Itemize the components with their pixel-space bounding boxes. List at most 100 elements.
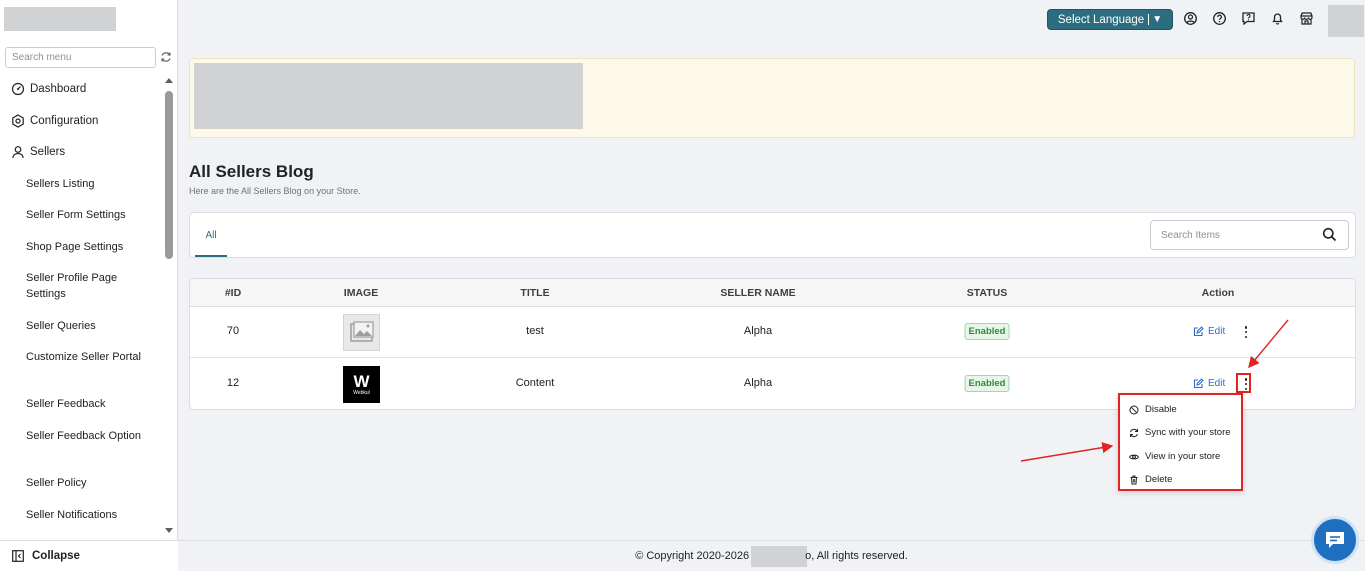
logo-wordmark: Webkul bbox=[353, 390, 370, 396]
copyright-prefix: © Copyright 2020-2026 bbox=[635, 550, 750, 562]
sidebar-item-label: Sellers Listing bbox=[26, 178, 95, 190]
sidebar-item-label: Seller Notifications bbox=[26, 509, 118, 521]
collapse-icon bbox=[12, 550, 24, 562]
chevron-down-icon: ▼ bbox=[1148, 14, 1162, 25]
sidebar-item-dashboard[interactable]: Dashboard bbox=[11, 81, 162, 97]
logo bbox=[4, 7, 116, 31]
sidebar-item-seller-feedback-option[interactable]: Seller Feedback Option bbox=[26, 428, 146, 444]
avatar[interactable] bbox=[1328, 5, 1364, 37]
banner-image bbox=[194, 63, 583, 129]
column-header-title: TITLE bbox=[520, 287, 550, 299]
sidebar-item-label: Seller Profile Page Settings bbox=[26, 272, 118, 300]
placeholder-image bbox=[343, 314, 380, 351]
menu-item-view[interactable]: View in your store bbox=[1129, 451, 1220, 462]
sidebar-item-configuration[interactable]: Configuration bbox=[11, 113, 162, 129]
annotation-arrow-dropdown bbox=[1020, 442, 1114, 462]
sidebar-item-label: Seller Feedback Option bbox=[26, 430, 141, 442]
sidebar-item-sellers-listing[interactable]: Sellers Listing bbox=[26, 176, 146, 192]
sidebar-item-label: Seller Queries bbox=[26, 320, 96, 332]
cell-title: Content bbox=[515, 377, 555, 389]
image-placeholder-icon bbox=[350, 321, 374, 342]
menu-list: Dashboard Configuration Sellers Sellers … bbox=[0, 72, 162, 537]
cell-seller-name: Alpha bbox=[743, 377, 773, 389]
language-label: Select Language bbox=[1057, 13, 1145, 26]
sidebar-item-label: Sellers bbox=[30, 146, 66, 158]
account-icon[interactable] bbox=[1183, 11, 1198, 26]
menu-item-label: Disable bbox=[1145, 404, 1177, 415]
copyright-suffix: o, All rights reserved. bbox=[805, 550, 908, 562]
footer: © Copyright 2020-2026 o, All rights rese… bbox=[178, 540, 1365, 571]
redacted-company-name bbox=[751, 545, 808, 567]
sidebar: Dashboard Configuration Sellers Sellers … bbox=[0, 0, 178, 571]
search-items-input[interactable] bbox=[1150, 220, 1349, 250]
sidebar-item-label: Seller Form Settings bbox=[26, 209, 126, 221]
menu-item-label: Sync with your store bbox=[1145, 427, 1231, 438]
status-badge: Enabled bbox=[964, 323, 1010, 340]
edit-icon bbox=[1193, 326, 1204, 337]
sync-icon bbox=[1130, 428, 1138, 437]
user-icon bbox=[12, 146, 24, 159]
edit-label: Edit bbox=[1208, 326, 1226, 337]
sidebar-item-seller-form-settings[interactable]: Seller Form Settings bbox=[26, 207, 146, 223]
cell-id: 12 bbox=[226, 377, 240, 389]
cell-id: 70 bbox=[226, 325, 240, 337]
column-header-id: #ID bbox=[224, 287, 242, 299]
menu-item-sync[interactable]: Sync with your store bbox=[1129, 427, 1231, 438]
page-title: All Sellers Blog bbox=[189, 162, 314, 181]
sidebar-item-label: Dashboard bbox=[30, 83, 87, 95]
menu-item-disable[interactable]: Disable bbox=[1129, 404, 1177, 415]
sidebar-item-label: Shop Page Settings bbox=[26, 241, 124, 253]
gear-icon bbox=[12, 114, 24, 128]
sidebar-item-label: Customize Seller Portal bbox=[26, 351, 141, 363]
select-language-button[interactable]: Select Language ▼ bbox=[1047, 9, 1173, 30]
scroll-down-arrow[interactable] bbox=[165, 528, 173, 533]
collapse-label: Collapse bbox=[32, 550, 80, 562]
eye-icon bbox=[1129, 454, 1139, 459]
refresh-icon[interactable] bbox=[160, 51, 172, 63]
edit-icon bbox=[1193, 378, 1204, 389]
menu-item-delete[interactable]: Delete bbox=[1129, 474, 1172, 485]
search-menu-input[interactable] bbox=[5, 47, 156, 68]
edit-link[interactable]: Edit bbox=[1193, 326, 1225, 337]
dashboard-icon bbox=[11, 82, 25, 96]
sidebar-item-seller-policy[interactable]: Seller Policy bbox=[26, 475, 146, 491]
menu-item-label: Delete bbox=[1145, 474, 1173, 485]
more-actions-icon[interactable] bbox=[1241, 325, 1251, 339]
trash-icon bbox=[1130, 475, 1138, 484]
column-header-seller-name: SELLER NAME bbox=[720, 287, 796, 299]
sidebar-item-seller-queries[interactable]: Seller Queries bbox=[26, 318, 146, 334]
page-subtitle: Here are the All Sellers Blog on your St… bbox=[189, 186, 361, 196]
sidebar-item-seller-feedback[interactable]: Seller Feedback bbox=[26, 396, 146, 412]
chat-icon bbox=[1326, 532, 1344, 548]
blog-table: #ID IMAGE TITLE SELLER NAME STATUS Actio… bbox=[189, 278, 1356, 410]
sidebar-item-label: Configuration bbox=[30, 115, 99, 127]
cell-title: test bbox=[526, 325, 544, 337]
table-row: 70 test Alpha Enabled Edit bbox=[190, 307, 1355, 358]
search-icon[interactable] bbox=[1322, 227, 1337, 242]
edit-label: Edit bbox=[1208, 378, 1226, 389]
bell-icon[interactable] bbox=[1270, 11, 1285, 26]
sidebar-item-shop-page-settings[interactable]: Shop Page Settings bbox=[26, 239, 146, 255]
tab-all[interactable]: All bbox=[195, 229, 227, 257]
cell-seller-name: Alpha bbox=[743, 325, 773, 337]
collapse-button[interactable]: Collapse bbox=[0, 540, 178, 571]
edit-link[interactable]: Edit bbox=[1193, 378, 1225, 389]
chat-button[interactable] bbox=[1311, 516, 1359, 564]
help-icon[interactable] bbox=[1212, 11, 1227, 26]
status-badge: Enabled bbox=[964, 375, 1010, 392]
column-header-action: Action bbox=[1201, 287, 1235, 299]
kebab-highlight-box bbox=[1236, 373, 1251, 393]
menu-item-label: View in your store bbox=[1145, 451, 1221, 462]
sidebar-item-sellers[interactable]: Sellers bbox=[11, 144, 162, 160]
feedback-icon[interactable] bbox=[1241, 11, 1256, 26]
scroll-up-arrow[interactable] bbox=[165, 78, 173, 83]
column-header-image: IMAGE bbox=[343, 287, 379, 299]
table-header: #ID IMAGE TITLE SELLER NAME STATUS Actio… bbox=[190, 279, 1355, 307]
webkul-logo: W Webkul bbox=[343, 366, 380, 403]
sidebar-item-customize-seller-portal[interactable]: Customize Seller Portal bbox=[26, 349, 146, 365]
sidebar-item-seller-profile-page-settings[interactable]: Seller Profile Page Settings bbox=[26, 270, 146, 302]
sidebar-scrollbar-thumb[interactable] bbox=[165, 91, 173, 259]
sidebar-item-label: Seller Feedback bbox=[26, 398, 106, 410]
sidebar-item-seller-notifications[interactable]: Seller Notifications bbox=[26, 507, 146, 523]
store-icon[interactable] bbox=[1299, 11, 1314, 26]
